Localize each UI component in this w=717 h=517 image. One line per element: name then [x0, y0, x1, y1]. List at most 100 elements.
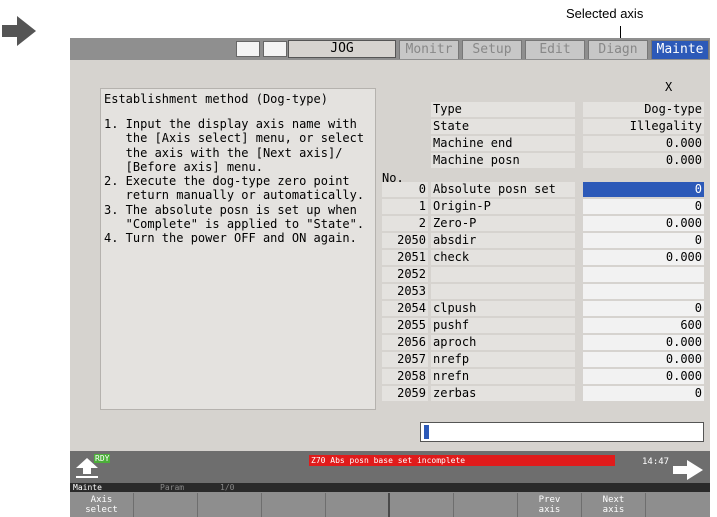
fkey-label: Axis — [90, 495, 113, 505]
param-value[interactable]: 0 — [583, 199, 704, 214]
param-row[interactable]: 1 Origin-P 0 — [382, 199, 704, 214]
fkey-label: select — [85, 505, 118, 515]
callout-label: Selected axis — [566, 6, 644, 21]
param-number: 2056 — [382, 335, 428, 350]
param-value[interactable]: 0.000 — [583, 250, 704, 265]
fkey-empty[interactable] — [198, 493, 262, 517]
info-line: the axis with the [Next axis]/ — [104, 145, 343, 160]
tab-edit[interactable]: Edit — [525, 40, 585, 59]
param-value[interactable]: 0 — [583, 386, 704, 401]
menu-path-parent: Param — [160, 483, 185, 492]
param-row[interactable]: 2058 nrefn 0.000 — [382, 369, 704, 384]
menu-path: Mainte Param 1/0 — [70, 483, 710, 492]
info-line: [Before axis] menu. — [104, 159, 263, 174]
info-line: "Complete" is applied to "State". — [104, 217, 365, 232]
param-row[interactable]: 2057 nrefp 0.000 — [382, 352, 704, 367]
tab-setup[interactable]: Setup — [462, 40, 522, 59]
alarm-message: Z70 Abs posn base set incomplete — [309, 455, 615, 466]
param-name: Absolute posn set — [431, 182, 575, 197]
param-row[interactable]: 2053 — [382, 284, 704, 299]
param-value[interactable]: 600 — [583, 318, 704, 333]
param-name: absdir — [431, 233, 575, 248]
param-row[interactable]: 2052 — [382, 267, 704, 282]
param-row[interactable]: 2055 pushf 600 — [382, 318, 704, 333]
fkey-label: axis — [602, 505, 625, 515]
fkey-prev-axis[interactable]: Prev axis — [518, 493, 582, 517]
param-row[interactable]: 2056 aproch 0.000 — [382, 335, 704, 350]
param-value[interactable]: 0.000 — [583, 335, 704, 350]
fkey-next-axis[interactable]: Next axis — [582, 493, 646, 517]
indicator-box — [263, 41, 287, 57]
param-value[interactable]: 0 — [583, 301, 704, 316]
info-line: 3. The absolute posn is set up when — [104, 202, 357, 217]
indicator-box — [236, 41, 260, 57]
param-number: 2 — [382, 216, 428, 231]
param-value[interactable]: 0.000 — [583, 216, 704, 231]
fkey-empty[interactable] — [390, 493, 454, 517]
param-name: nrefn — [431, 369, 575, 384]
param-number: 2050 — [382, 233, 428, 248]
fkey-empty[interactable] — [454, 493, 518, 517]
header-value: Illegality — [583, 119, 704, 134]
param-value[interactable]: 0.000 — [583, 369, 704, 384]
fkey-empty[interactable] — [326, 493, 390, 517]
status-bar: RDY Z70 Abs posn base set incomplete 14:… — [70, 451, 710, 483]
menu-path-current: Mainte — [73, 483, 102, 492]
param-row[interactable]: 2054 clpush 0 — [382, 301, 704, 316]
param-name: check — [431, 250, 575, 265]
param-name: aproch — [431, 335, 575, 350]
param-number: 2054 — [382, 301, 428, 316]
tab-mainte[interactable]: Mainte — [651, 40, 709, 59]
param-value[interactable]: 0.000 — [583, 352, 704, 367]
param-name: Origin-P — [431, 199, 575, 214]
fkey-axis-select[interactable]: Axis select — [70, 493, 134, 517]
function-key-bar: Axis select Prev axis Next axis — [70, 492, 710, 517]
param-name — [431, 284, 575, 299]
param-value[interactable]: 0 — [583, 233, 704, 248]
param-row[interactable]: 2 Zero-P 0.000 — [382, 216, 704, 231]
info-line: 1. Input the display axis name with — [104, 117, 357, 131]
fkey-empty[interactable] — [262, 493, 326, 517]
header-label: Machine posn — [431, 153, 575, 168]
menu-path-page: 1/0 — [220, 483, 235, 492]
param-number: 2059 — [382, 386, 428, 401]
info-line: the [Axis select] menu, or select — [104, 131, 365, 146]
next-menu-icon[interactable] — [672, 459, 704, 481]
setting-input-field[interactable] — [420, 422, 704, 442]
info-title: Establishment method (Dog-type) — [104, 92, 328, 106]
param-number: 2051 — [382, 250, 428, 265]
fkey-empty[interactable] — [134, 493, 198, 517]
param-name: zerbas — [431, 386, 575, 401]
ready-indicator: RDY — [94, 454, 111, 463]
param-number: 2058 — [382, 369, 428, 384]
param-number: 1 — [382, 199, 428, 214]
param-number: 2052 — [382, 267, 428, 282]
tab-monitr[interactable]: Monitr — [399, 40, 459, 59]
param-value[interactable]: 0 — [583, 182, 704, 197]
param-number: 2057 — [382, 352, 428, 367]
selected-axis-name: X — [665, 80, 673, 94]
param-value[interactable] — [583, 284, 704, 299]
info-line: 2. Execute the dog-type zero point — [104, 174, 350, 189]
header-value: Dog-type — [583, 102, 704, 117]
tab-diagn[interactable]: Diagn — [588, 40, 648, 59]
param-number: 2055 — [382, 318, 428, 333]
param-row[interactable]: 2051 check 0.000 — [382, 250, 704, 265]
input-cursor — [424, 425, 429, 439]
param-row[interactable]: 0 Absolute posn set 0 — [382, 182, 704, 197]
fkey-label: Next — [602, 495, 625, 505]
right-arrow-icon — [2, 16, 36, 46]
param-name: pushf — [431, 318, 575, 333]
fkey-empty[interactable] — [646, 493, 710, 517]
param-name: Zero-P — [431, 216, 575, 231]
info-line: return manually or automatically. — [104, 188, 365, 203]
param-value[interactable] — [583, 267, 704, 282]
fkey-label: axis — [538, 505, 561, 515]
header-label: State — [431, 119, 575, 134]
param-row[interactable]: 2050 absdir 0 — [382, 233, 704, 248]
info-line: 4. Turn the power OFF and ON again. — [104, 231, 357, 246]
mode-display: JOG — [288, 40, 396, 58]
param-row[interactable]: 2059 zerbas 0 — [382, 386, 704, 401]
param-name — [431, 267, 575, 282]
param-number: 0 — [382, 182, 428, 197]
